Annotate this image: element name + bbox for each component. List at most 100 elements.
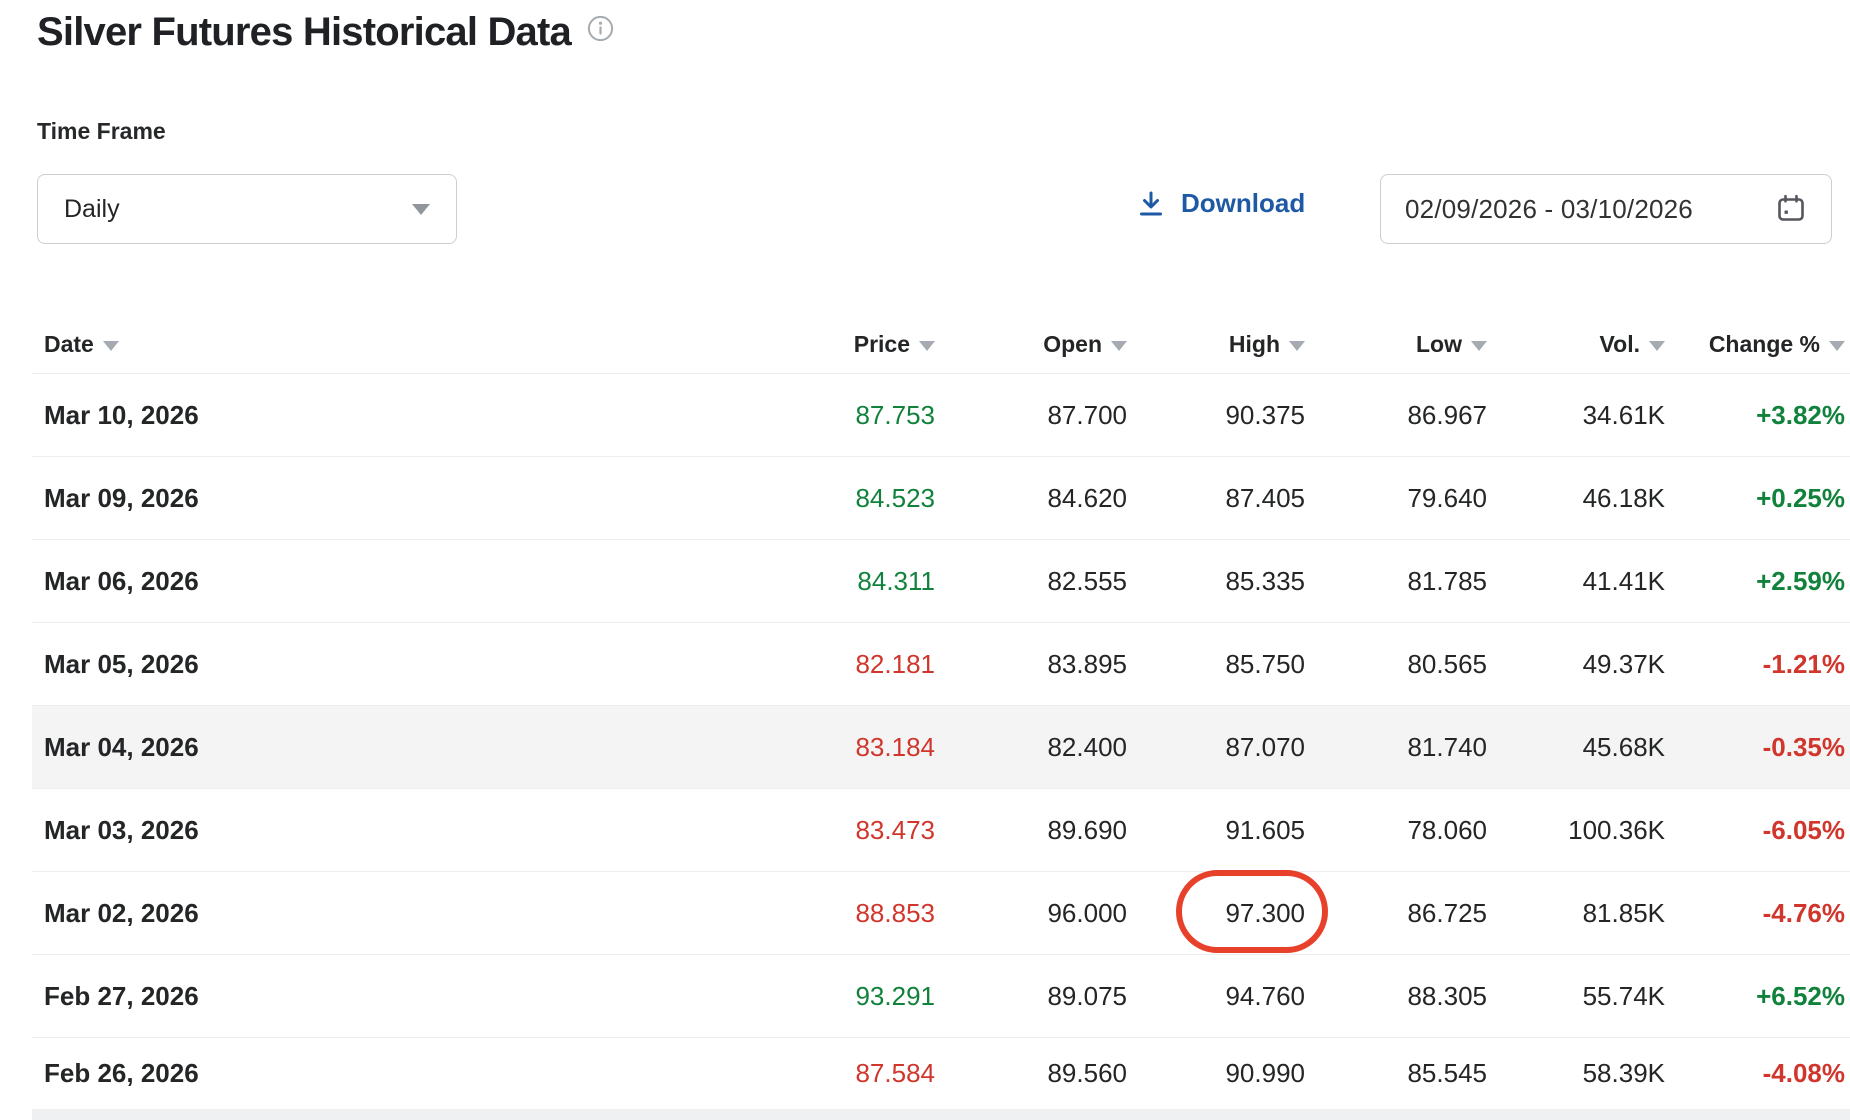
cell-low: 86.967 xyxy=(1305,400,1487,431)
cell-vol: 34.61K xyxy=(1487,400,1665,431)
calendar-icon xyxy=(1775,193,1807,225)
table-row: Mar 05, 202682.18183.89585.75080.56549.3… xyxy=(32,622,1850,705)
cell-date[interactable]: Feb 27, 2026 xyxy=(32,981,785,1012)
time-frame-dropdown[interactable]: Daily xyxy=(37,174,457,244)
cell-chg: -1.21% xyxy=(1665,649,1845,680)
cell-chg: +3.82% xyxy=(1665,400,1845,431)
cell-vol: 41.41K xyxy=(1487,566,1665,597)
cell-low: 86.725 xyxy=(1305,898,1487,929)
sort-arrow-icon xyxy=(1289,341,1305,351)
column-header-label: Vol. xyxy=(1600,331,1640,358)
cell-open: 82.400 xyxy=(935,732,1127,763)
cell-price: 84.311 xyxy=(785,566,935,597)
sort-arrow-icon xyxy=(1829,341,1845,351)
table-row: Mar 10, 202687.75387.70090.37586.96734.6… xyxy=(32,373,1850,456)
cell-high: 87.405 xyxy=(1127,483,1305,514)
sort-arrow-icon xyxy=(1111,341,1127,351)
cell-date[interactable]: Mar 06, 2026 xyxy=(32,566,785,597)
cell-low: 85.545 xyxy=(1305,1058,1487,1089)
table-row: Mar 04, 202683.18482.40087.07081.74045.6… xyxy=(32,705,1850,788)
cell-open: 82.555 xyxy=(935,566,1127,597)
cell-chg: -0.35% xyxy=(1665,732,1845,763)
cell-high: 87.070 xyxy=(1127,732,1305,763)
info-icon[interactable] xyxy=(587,15,614,42)
cell-high: 85.750 xyxy=(1127,649,1305,680)
next-row-partial xyxy=(32,1109,1850,1120)
cell-price: 83.184 xyxy=(785,732,935,763)
cell-date[interactable]: Mar 02, 2026 xyxy=(32,898,785,929)
cell-high: 94.760 xyxy=(1127,981,1305,1012)
cell-price: 83.473 xyxy=(785,815,935,846)
cell-chg: -4.76% xyxy=(1665,898,1845,929)
chevron-down-icon xyxy=(412,204,430,215)
column-header-label: Low xyxy=(1416,331,1462,358)
column-header-price[interactable]: Price xyxy=(785,331,935,358)
column-header-date[interactable]: Date xyxy=(32,331,785,358)
cell-high: 85.335 xyxy=(1127,566,1305,597)
cell-vol: 100.36K xyxy=(1487,815,1665,846)
download-label: Download xyxy=(1181,188,1305,219)
cell-open: 89.075 xyxy=(935,981,1127,1012)
cell-vol: 45.68K xyxy=(1487,732,1665,763)
table-row: Feb 26, 202687.58489.56090.99085.54558.3… xyxy=(32,1037,1850,1109)
table-row: Feb 27, 202693.29189.07594.76088.30555.7… xyxy=(32,954,1850,1037)
table-row: Mar 06, 202684.31182.55585.33581.78541.4… xyxy=(32,539,1850,622)
cell-chg: +0.25% xyxy=(1665,483,1845,514)
download-icon xyxy=(1136,189,1166,219)
column-header-label: Price xyxy=(854,331,910,358)
table-row: Mar 03, 202683.47389.69091.60578.060100.… xyxy=(32,788,1850,871)
table-header: Date Price Open High Low Vol. Change % xyxy=(32,316,1850,373)
cell-chg: +2.59% xyxy=(1665,566,1845,597)
cell-date[interactable]: Feb 26, 2026 xyxy=(32,1058,785,1089)
cell-low: 81.785 xyxy=(1305,566,1487,597)
cell-vol: 55.74K xyxy=(1487,981,1665,1012)
cell-date[interactable]: Mar 09, 2026 xyxy=(32,483,785,514)
download-button[interactable]: Download xyxy=(1136,188,1305,219)
cell-chg: -6.05% xyxy=(1665,815,1845,846)
cell-date[interactable]: Mar 05, 2026 xyxy=(32,649,785,680)
sort-arrow-icon xyxy=(103,341,119,351)
cell-open: 83.895 xyxy=(935,649,1127,680)
column-header-label: Change % xyxy=(1709,331,1820,358)
cell-low: 79.640 xyxy=(1305,483,1487,514)
cell-open: 84.620 xyxy=(935,483,1127,514)
cell-price: 87.753 xyxy=(785,400,935,431)
time-frame-label: Time Frame xyxy=(37,118,166,145)
cell-vol: 58.39K xyxy=(1487,1058,1665,1089)
cell-high: 90.375 xyxy=(1127,400,1305,431)
sort-arrow-icon xyxy=(1649,341,1665,351)
cell-price: 87.584 xyxy=(785,1058,935,1089)
cell-open: 87.700 xyxy=(935,400,1127,431)
column-header-label: Open xyxy=(1043,331,1102,358)
sort-arrow-icon xyxy=(919,341,935,351)
date-range-picker[interactable]: 02/09/2026 - 03/10/2026 xyxy=(1380,174,1832,244)
cell-open: 89.690 xyxy=(935,815,1127,846)
column-header-chg[interactable]: Change % xyxy=(1665,331,1845,358)
cell-chg: +6.52% xyxy=(1665,981,1845,1012)
cell-date[interactable]: Mar 04, 2026 xyxy=(32,732,785,763)
cell-date[interactable]: Mar 10, 2026 xyxy=(32,400,785,431)
cell-vol: 81.85K xyxy=(1487,898,1665,929)
cell-price: 88.853 xyxy=(785,898,935,929)
column-header-low[interactable]: Low xyxy=(1305,331,1487,358)
column-header-open[interactable]: Open xyxy=(935,331,1127,358)
historical-data-table: Date Price Open High Low Vol. Change % Mar 10,… xyxy=(32,316,1850,1109)
page-header: Silver Futures Historical Data xyxy=(37,8,614,56)
cell-chg: -4.08% xyxy=(1665,1058,1845,1089)
page-title: Silver Futures Historical Data xyxy=(37,8,571,56)
cell-high: 91.605 xyxy=(1127,815,1305,846)
cell-low: 88.305 xyxy=(1305,981,1487,1012)
column-header-label: High xyxy=(1229,331,1280,358)
cell-low: 78.060 xyxy=(1305,815,1487,846)
cell-high: 90.990 xyxy=(1127,1058,1305,1089)
table-body: Mar 10, 202687.75387.70090.37586.96734.6… xyxy=(32,373,1850,1109)
cell-price: 84.523 xyxy=(785,483,935,514)
date-range-value: 02/09/2026 - 03/10/2026 xyxy=(1405,194,1693,225)
column-header-vol[interactable]: Vol. xyxy=(1487,331,1665,358)
cell-vol: 46.18K xyxy=(1487,483,1665,514)
table-row: Mar 09, 202684.52384.62087.40579.64046.1… xyxy=(32,456,1850,539)
column-header-high[interactable]: High xyxy=(1127,331,1305,358)
sort-arrow-icon xyxy=(1471,341,1487,351)
cell-price: 93.291 xyxy=(785,981,935,1012)
cell-date[interactable]: Mar 03, 2026 xyxy=(32,815,785,846)
